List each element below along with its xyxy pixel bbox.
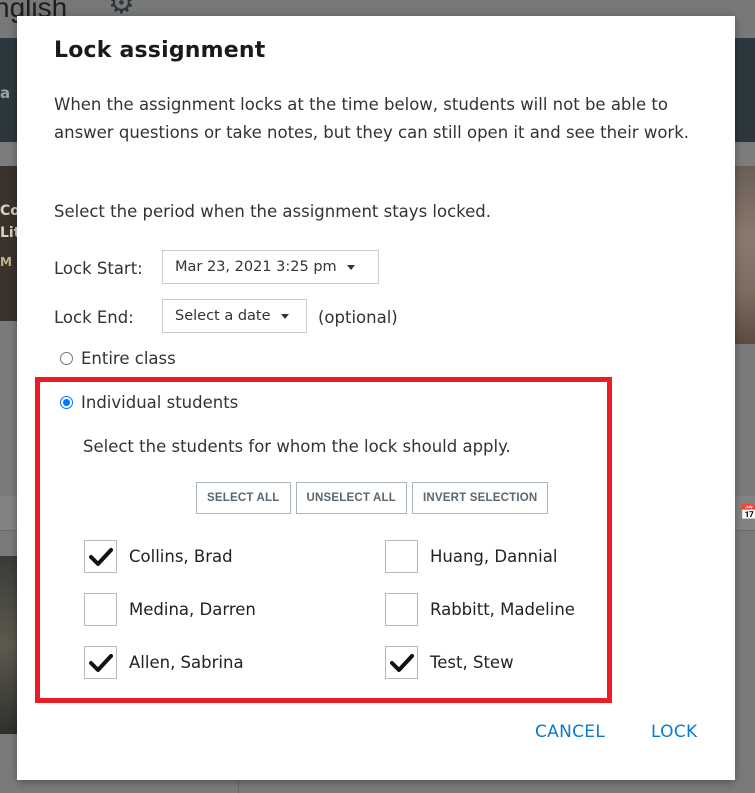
student-checkbox[interactable]: [84, 540, 117, 573]
cancel-button[interactable]: CANCEL: [535, 722, 605, 742]
student-checkbox[interactable]: [84, 646, 117, 679]
radio-button[interactable]: [60, 396, 73, 409]
student-name: Rabbitt, Madeline: [430, 600, 575, 619]
lock-end-value: Select a date: [175, 308, 271, 324]
period-instruction: Select the period when the assignment st…: [54, 202, 491, 221]
student-name: Medina, Darren: [129, 600, 256, 619]
dialog-description: When the assignment locks at the time be…: [54, 95, 689, 142]
lock-start-dropdown[interactable]: Mar 23, 2021 3:25 pm: [162, 250, 379, 284]
lock-assignment-dialog: Lock assignment When the assignment lock…: [17, 16, 735, 780]
student-item[interactable]: Collins, Brad: [84, 540, 233, 573]
lock-start-value: Mar 23, 2021 3:25 pm: [175, 259, 337, 275]
student-item[interactable]: Test, Stew: [385, 646, 514, 679]
student-checkbox[interactable]: [385, 540, 418, 573]
student-item[interactable]: Medina, Darren: [84, 593, 256, 626]
student-item[interactable]: Allen, Sabrina: [84, 646, 244, 679]
lock-end-dropdown[interactable]: Select a date: [162, 299, 307, 333]
radio-label: Individual students: [81, 393, 239, 412]
students-instruction: Select the students for whom the lock sh…: [83, 437, 511, 456]
background-band-text: a: [0, 84, 11, 102]
checkmark-icon: [389, 653, 414, 672]
background-card-image-lower: [0, 556, 17, 734]
lock-start-label: Lock Start:: [54, 259, 143, 278]
radio-button[interactable]: [60, 352, 73, 365]
student-name: Huang, Dannial: [430, 547, 558, 566]
selection-button-group: SELECT ALL UNSELECT ALL INVERT SELECTION: [196, 482, 549, 514]
dialog-title: Lock assignment: [54, 38, 266, 63]
chevron-down-icon: [280, 313, 289, 319]
radio-individual-students[interactable]: Individual students: [60, 393, 238, 412]
select-all-button[interactable]: SELECT ALL: [196, 482, 291, 514]
radio-entire-class[interactable]: Entire class: [60, 349, 176, 368]
student-checkbox[interactable]: [385, 593, 418, 626]
lock-end-label: Lock End:: [54, 308, 134, 327]
lock-button[interactable]: LOCK: [651, 722, 697, 742]
chevron-down-icon: [346, 264, 355, 270]
calendar-icon: 📅: [740, 503, 755, 521]
student-name: Allen, Sabrina: [129, 653, 244, 672]
radio-label: Entire class: [81, 349, 176, 368]
background-divider: [238, 780, 239, 793]
background-card-image-right: [735, 166, 755, 344]
background-card-subtext: M: [0, 255, 12, 269]
invert-selection-button[interactable]: INVERT SELECTION: [412, 482, 549, 514]
student-checkbox[interactable]: [385, 646, 418, 679]
student-item[interactable]: Rabbitt, Madeline: [385, 593, 575, 626]
student-item[interactable]: Huang, Dannial: [385, 540, 557, 573]
unselect-all-button[interactable]: UNSELECT ALL: [295, 482, 407, 514]
student-name: Test, Stew: [430, 653, 514, 672]
checkmark-icon: [88, 653, 113, 672]
gear-icon: ⚙: [108, 0, 135, 21]
student-name: Collins, Brad: [129, 547, 233, 566]
student-checkbox[interactable]: [84, 593, 117, 626]
checkmark-icon: [88, 547, 113, 566]
lock-end-optional-hint: (optional): [318, 308, 398, 327]
